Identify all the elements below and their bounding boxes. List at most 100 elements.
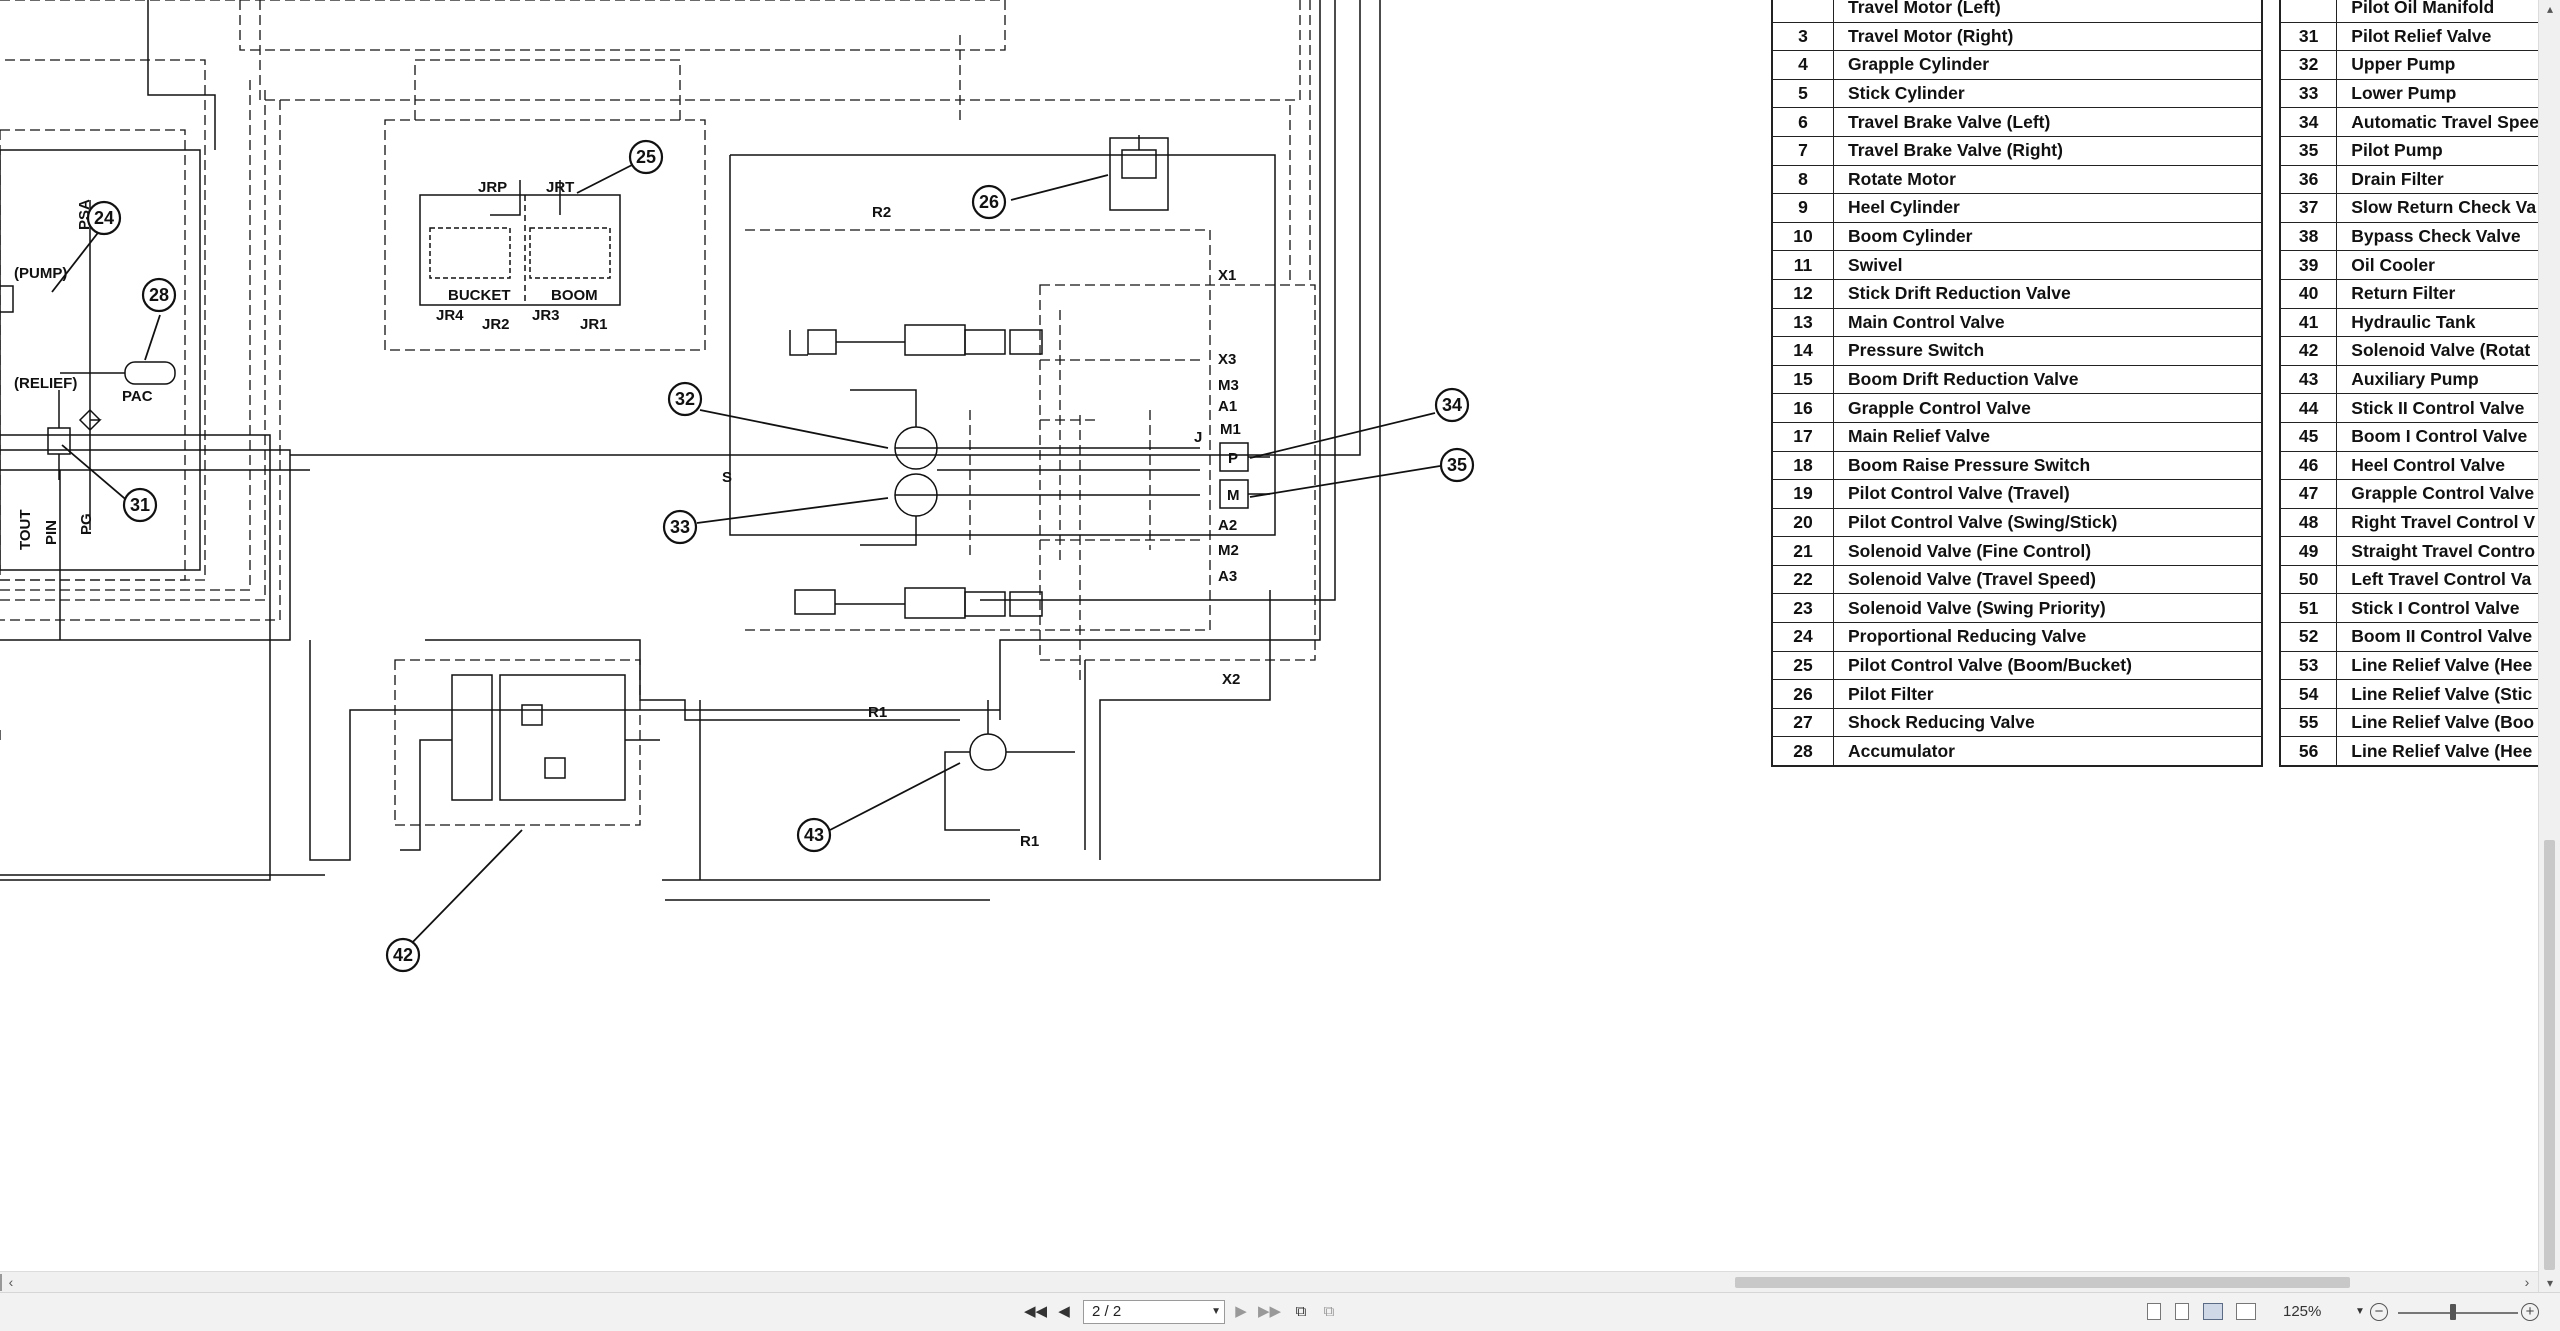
label-p-box: P: [1228, 450, 1238, 467]
facing-continuous-icon[interactable]: [2236, 1303, 2256, 1320]
scroll-down-icon[interactable]: ▾: [2539, 1274, 2560, 1292]
legend-name: Main Relief Valve: [1833, 422, 2262, 452]
zoom-in-icon[interactable]: +: [2521, 1303, 2539, 1321]
legend-number: [2280, 0, 2338, 23]
next-page-icon[interactable]: ▶: [1232, 1301, 1250, 1323]
legend-row: 4 Grapple Cylinder: [1772, 50, 2262, 80]
legend-row: 37 Slow Return Check Va: [2280, 193, 2538, 223]
continuous-icon[interactable]: [2175, 1303, 2189, 1320]
legend-name: Solenoid Valve (Travel Speed): [1833, 565, 2262, 595]
legend-name: Hydraulic Tank: [2336, 308, 2538, 338]
legend-number: 32: [2280, 50, 2338, 80]
single-page-icon[interactable]: [2147, 1303, 2161, 1320]
label-jr3: JR3: [532, 307, 560, 324]
chevron-down-icon[interactable]: ▼: [1211, 1301, 1221, 1323]
legend-row: 41 Hydraulic Tank: [2280, 308, 2538, 338]
horizontal-scrollbar[interactable]: ‹ ›: [0, 1271, 2538, 1293]
legend-row: 53 Line Relief Valve (Hee: [2280, 651, 2538, 681]
label-a2: A2: [1218, 517, 1237, 534]
label-r2: R2: [872, 204, 891, 221]
hydraulic-schematic: 24 25 26 28 31 32 33 34 35 42 43 JRP JRT…: [0, 0, 1475, 973]
legend-number: 45: [2280, 422, 2338, 452]
label-j: J: [1194, 429, 1202, 446]
legend-name: Line Relief Valve (Boo: [2336, 708, 2538, 738]
prev-page-icon[interactable]: ◀: [1055, 1301, 1073, 1323]
legend-number: 10: [1772, 222, 1834, 252]
legend-number: 46: [2280, 451, 2338, 481]
vertical-scrollbar[interactable]: ▴ ▾: [2538, 0, 2560, 1292]
zoom-slider-handle[interactable]: [2450, 1304, 2457, 1320]
page-layout-icon[interactable]: ⧉: [1290, 1301, 1312, 1323]
label-r1-bottom: R1: [1020, 833, 1039, 850]
legend-row: 25 Pilot Control Valve (Boom/Bucket): [1772, 651, 2262, 681]
legend-number: 12: [1772, 279, 1834, 309]
label-jrp: JRP: [478, 179, 507, 196]
legend-number: 55: [2280, 708, 2338, 738]
legend-number: 35: [2280, 136, 2338, 166]
callout-42-text: 42: [393, 945, 413, 965]
label-m3: M3: [1218, 377, 1239, 394]
legend-number: 5: [1772, 79, 1834, 109]
label-a3: A3: [1218, 568, 1237, 585]
legend-row: 46 Heel Control Valve: [2280, 451, 2538, 481]
legend-name: Right Travel Control V: [2336, 508, 2538, 538]
zoom-dropdown-icon[interactable]: ▼: [2355, 1301, 2365, 1323]
legend-number: 23: [1772, 593, 1834, 624]
legend-name: Solenoid Valve (Rotat: [2336, 336, 2538, 366]
legend-row: 42 Solenoid Valve (Rotat: [2280, 336, 2538, 366]
legend-row: 7 Travel Brake Valve (Right): [1772, 136, 2262, 166]
legend-name: Grapple Control Valve: [2336, 479, 2538, 509]
page-number-field[interactable]: 2 / 2 ▼: [1083, 1300, 1225, 1324]
label-jr1: JR1: [580, 316, 608, 333]
legend-row: 23 Solenoid Valve (Swing Priority): [1772, 593, 2262, 624]
legend-number: 3: [1772, 22, 1834, 52]
legend-number: [1772, 0, 1834, 23]
legend-row: 28 Accumulator: [1772, 736, 2262, 767]
legend-row: 13 Main Control Valve: [1772, 308, 2262, 338]
legend-number: 7: [1772, 136, 1834, 166]
label-boom: BOOM: [551, 287, 598, 304]
page-copy-icon[interactable]: ⧉: [1318, 1301, 1340, 1323]
zoom-slider[interactable]: [2398, 1312, 2518, 1314]
legend-number: 47: [2280, 479, 2338, 509]
legend-row: 10 Boom Cylinder: [1772, 222, 2262, 252]
facing-pages-icon[interactable]: [2203, 1303, 2223, 1320]
scroll-left-icon[interactable]: ‹: [2, 1272, 20, 1293]
legend-number: 48: [2280, 508, 2338, 538]
label-jr2: JR2: [482, 316, 510, 333]
horizontal-scroll-thumb[interactable]: [1735, 1277, 2350, 1288]
callout-31-text: 31: [130, 495, 150, 515]
callout-28-text: 28: [149, 285, 169, 305]
legend-name: Travel Brake Valve (Left): [1833, 107, 2262, 137]
legend-row: 31 Pilot Relief Valve: [2280, 22, 2538, 52]
legend-row: 52 Boom II Control Valve: [2280, 622, 2538, 652]
last-page-icon[interactable]: ▶▶: [1258, 1301, 1281, 1323]
legend-row: 45 Boom I Control Valve: [2280, 422, 2538, 452]
legend-name: Slow Return Check Va: [2336, 193, 2538, 223]
first-page-icon[interactable]: ◀◀: [1024, 1301, 1047, 1323]
legend-name: Solenoid Valve (Fine Control): [1833, 536, 2262, 566]
label-s: S: [722, 469, 732, 486]
zoom-level[interactable]: 125%: [2283, 1301, 2321, 1323]
legend-name: Drain Filter: [2336, 165, 2538, 195]
label-psa: PSA: [76, 199, 93, 230]
scroll-right-icon[interactable]: ›: [2518, 1272, 2536, 1293]
label-x1: X1: [1218, 267, 1236, 284]
legend-name: Accumulator: [1833, 736, 2262, 767]
legend-number: 39: [2280, 250, 2338, 280]
vertical-scroll-thumb[interactable]: [2544, 840, 2555, 1270]
legend-number: 9: [1772, 193, 1834, 223]
scroll-up-icon[interactable]: ▴: [2539, 0, 2560, 18]
legend-number: 33: [2280, 79, 2338, 109]
legend-number: 11: [1772, 250, 1834, 280]
zoom-out-icon[interactable]: −: [2370, 1303, 2388, 1321]
page-number-text: 2 / 2: [1092, 1303, 1122, 1320]
callout-34-text: 34: [1442, 395, 1462, 415]
legend-name: Stick II Control Valve: [2336, 393, 2538, 423]
legend-row: 12 Stick Drift Reduction Valve: [1772, 279, 2262, 309]
legend-number: 13: [1772, 308, 1834, 338]
legend-row: 38 Bypass Check Valve: [2280, 222, 2538, 252]
legend-row: 21 Solenoid Valve (Fine Control): [1772, 536, 2262, 566]
legend-name: Left Travel Control Va: [2336, 565, 2538, 595]
legend-name: Upper Pump: [2336, 50, 2538, 80]
